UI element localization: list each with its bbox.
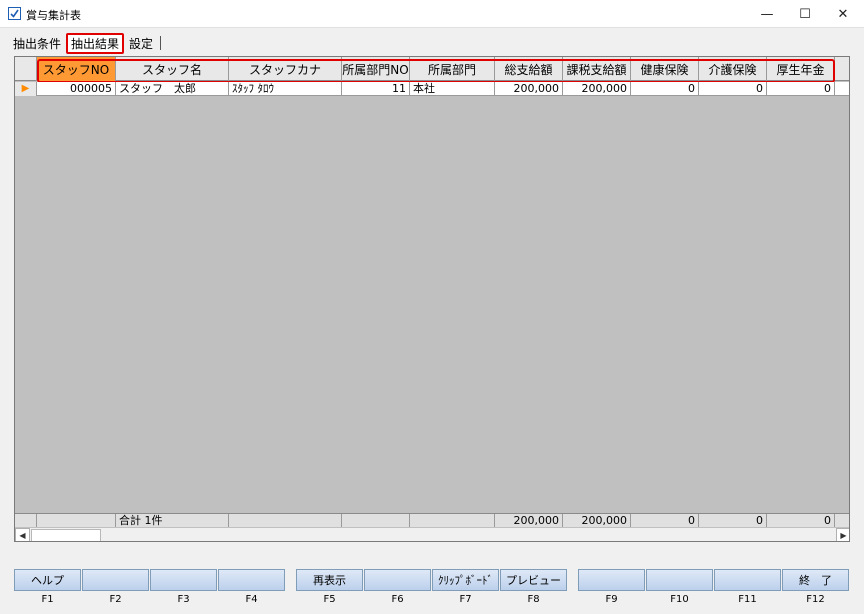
fkey-label: F12 xyxy=(806,594,825,605)
title-bar: 賞与集計表 — ☐ ✕ xyxy=(0,0,864,28)
preview-button[interactable]: プレビュー xyxy=(500,569,567,591)
f3-button[interactable] xyxy=(150,569,217,591)
totals-care-ins: 0 xyxy=(699,514,767,528)
totals-label: 合計 1件 xyxy=(116,514,229,528)
f10-button[interactable] xyxy=(646,569,713,591)
f4-button[interactable] xyxy=(218,569,285,591)
column-header-staff-name[interactable]: スタッフ名 xyxy=(116,57,229,81)
totals-blank xyxy=(229,514,342,528)
totals-row: 合計 1件 200,000 200,000 0 0 0 xyxy=(15,513,849,528)
column-header-staff-kana[interactable]: スタッフカナ xyxy=(229,57,342,81)
column-header-staff-no[interactable]: スタッフNO xyxy=(37,57,116,81)
column-header-health-ins[interactable]: 健康保険 xyxy=(631,57,699,81)
column-header-taxable-pay[interactable]: 課税支給額 xyxy=(563,57,631,81)
exit-button[interactable]: 終 了 xyxy=(782,569,849,591)
totals-total-pay: 200,000 xyxy=(495,514,563,528)
column-header-dept-no[interactable]: 所属部門NO xyxy=(342,57,410,81)
tab-extraction-conditions[interactable]: 抽出条件 xyxy=(10,34,64,53)
window-title: 賞与集計表 xyxy=(26,9,81,22)
f6-button[interactable] xyxy=(364,569,431,591)
fkey-label: F9 xyxy=(605,594,618,605)
tab-settings[interactable]: 設定 xyxy=(126,34,156,53)
totals-blank xyxy=(410,514,495,528)
fkey-label: F5 xyxy=(323,594,336,605)
close-button[interactable]: ✕ xyxy=(824,0,862,28)
horizontal-scrollbar[interactable]: ◀ ▶ xyxy=(15,527,849,541)
column-header-pension[interactable]: 厚生年金 xyxy=(767,57,835,81)
scroll-thumb[interactable] xyxy=(31,529,101,541)
f2-button[interactable] xyxy=(82,569,149,591)
cell-total-pay[interactable]: 200,000 xyxy=(495,82,563,96)
fkey-label: F6 xyxy=(391,594,404,605)
cell-health-ins[interactable]: 0 xyxy=(631,82,699,96)
header-corner xyxy=(15,57,37,81)
totals-pension: 0 xyxy=(767,514,835,528)
totals-health-ins: 0 xyxy=(631,514,699,528)
column-header-dept[interactable]: 所属部門 xyxy=(410,57,495,81)
cell-staff-kana[interactable]: ｽﾀｯﾌ ﾀﾛｳ xyxy=(229,82,342,96)
function-key-bar: ヘルプ F1 F2 F3 F4 再表示 F5 F6 ｸﾘｯﾌﾟﾎﾞｰﾄﾞ F7 プレビ… xyxy=(14,569,852,609)
clipboard-button[interactable]: ｸﾘｯﾌﾟﾎﾞｰﾄﾞ xyxy=(432,569,499,591)
refresh-button[interactable]: 再表示 xyxy=(296,569,363,591)
cell-taxable-pay[interactable]: 200,000 xyxy=(563,82,631,96)
fkey-label: F4 xyxy=(245,594,258,605)
table-row[interactable]: ▶ 000005 スタッフ 太郎 ｽﾀｯﾌ ﾀﾛｳ 11 本社 200,000 … xyxy=(15,82,849,96)
cell-dept-no[interactable]: 11 xyxy=(342,82,410,96)
grid-header: スタッフNO スタッフ名 スタッフカナ 所属部門NO 所属部門 総支給額 課税支… xyxy=(15,57,849,81)
tab-extraction-results[interactable]: 抽出結果 xyxy=(66,32,125,54)
fkey-label: F1 xyxy=(41,594,54,605)
current-row-arrow-icon: ▶ xyxy=(21,83,30,94)
help-button[interactable]: ヘルプ xyxy=(14,569,81,591)
cell-staff-name[interactable]: スタッフ 太郎 xyxy=(116,82,229,96)
column-header-total-pay[interactable]: 総支給額 xyxy=(495,57,563,81)
column-header-care-ins[interactable]: 介護保険 xyxy=(699,57,767,81)
fkey-label: F8 xyxy=(527,594,540,605)
totals-blank xyxy=(342,514,410,528)
data-grid[interactable]: スタッフNO スタッフ名 スタッフカナ 所属部門NO 所属部門 総支給額 課税支… xyxy=(14,56,850,542)
cell-care-ins[interactable]: 0 xyxy=(699,82,767,96)
fkey-label: F7 xyxy=(459,594,472,605)
f11-button[interactable] xyxy=(714,569,781,591)
column-header-overflow xyxy=(835,57,849,81)
tab-strip: 抽出条件 抽出結果 設定 xyxy=(10,32,162,54)
totals-indicator xyxy=(15,514,37,528)
scroll-right-icon[interactable]: ▶ xyxy=(836,528,849,541)
tab-separator xyxy=(160,36,162,50)
fkey-label: F10 xyxy=(670,594,689,605)
fkey-label: F2 xyxy=(109,594,122,605)
cell-staff-no[interactable]: 000005 xyxy=(37,82,116,96)
fkey-label: F11 xyxy=(738,594,757,605)
minimize-button[interactable]: — xyxy=(748,0,786,28)
totals-taxable-pay: 200,000 xyxy=(563,514,631,528)
scroll-left-icon[interactable]: ◀ xyxy=(15,528,30,541)
f9-button[interactable] xyxy=(578,569,645,591)
app-icon xyxy=(8,7,21,20)
cell-dept[interactable]: 本社 xyxy=(410,82,495,96)
maximize-button[interactable]: ☐ xyxy=(786,0,824,28)
cell-pension[interactable]: 0 xyxy=(767,82,835,96)
totals-blank xyxy=(37,514,116,528)
row-indicator[interactable]: ▶ xyxy=(15,82,37,96)
fkey-label: F3 xyxy=(177,594,190,605)
